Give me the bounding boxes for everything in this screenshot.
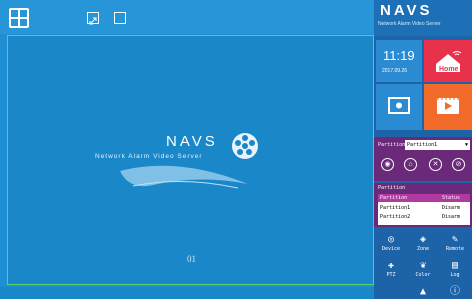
- single-view-icon[interactable]: [114, 12, 126, 24]
- column-header: Status: [442, 195, 461, 201]
- partition-selector-row: Partition Partition1 ▼: [374, 137, 472, 153]
- nav-item-color[interactable]: ❦ Color: [408, 260, 438, 278]
- brand-subtitle: Network Alarm Video Server: [378, 21, 441, 27]
- film-reel-icon: [232, 133, 258, 159]
- nav-label: Zone: [416, 246, 430, 252]
- clock-date: 2017.09.26: [382, 68, 408, 74]
- table-cell: Disarm: [442, 205, 461, 211]
- arm-controls: ◉ ⌂ ✕ ⊘: [374, 153, 472, 181]
- nav-grid: ◎ Device ◈ Zone ✎ Remote ✚ PTZ ❦ Color ▤…: [374, 230, 472, 299]
- home-tile[interactable]: Home: [424, 40, 472, 82]
- partition-table: Partition Partition Status Partition1 Di…: [374, 183, 472, 227]
- side-panel: NAVS Network Alarm Video Server 11:19 20…: [374, 0, 472, 299]
- home-icon: Home: [436, 51, 462, 73]
- logo-subtitle: Network Alarm Video Server: [95, 153, 203, 160]
- video-display[interactable]: NAVS Network Alarm Video Server 01: [7, 35, 374, 285]
- ptz-icon: ✚: [387, 260, 395, 271]
- partition-status-table[interactable]: Partition Status Partition1 Disarm Parti…: [378, 194, 470, 225]
- layout-grid-icon[interactable]: [9, 8, 29, 28]
- playback-icon: [437, 98, 459, 114]
- nav-label: Device: [381, 246, 401, 252]
- record-tile[interactable]: [376, 84, 422, 130]
- nav-label: Log: [450, 272, 460, 278]
- remote-icon: ✎: [451, 234, 459, 245]
- partition-selected: Partition1: [407, 142, 438, 148]
- table-cell: Partition2: [380, 214, 411, 220]
- log-icon: ▤: [451, 260, 459, 271]
- home-label: Home: [439, 66, 459, 73]
- nav-label: PTZ: [386, 272, 396, 278]
- clock-time: 11:19: [383, 48, 415, 63]
- alarm-bell-icon[interactable]: ▲: [408, 286, 438, 298]
- zone-icon: ◈: [419, 234, 427, 245]
- bypass-icon[interactable]: ⊘: [452, 158, 465, 171]
- chevron-down-icon: ▼: [464, 142, 468, 148]
- playback-tile[interactable]: [424, 84, 472, 130]
- table-cell: Disarm: [442, 214, 461, 220]
- channel-number: 01: [187, 254, 196, 264]
- record-icon: [388, 97, 410, 114]
- arm-stay-icon[interactable]: ⌂: [404, 158, 417, 171]
- device-icon: ◎: [387, 234, 395, 245]
- partition-table-title: Partition: [378, 185, 406, 191]
- nav-item-ptz[interactable]: ✚ PTZ: [376, 260, 406, 278]
- nav-item-log[interactable]: ▤ Log: [440, 260, 470, 278]
- disarm-icon[interactable]: ✕: [429, 158, 442, 171]
- partition-label: Partition: [378, 142, 406, 148]
- status-bar: [0, 287, 374, 299]
- table-cell: Partition1: [380, 205, 411, 211]
- table-header: Partition Status: [378, 194, 470, 202]
- nav-item-device[interactable]: ◎ Device: [376, 234, 406, 252]
- fullscreen-icon[interactable]: [87, 12, 99, 25]
- navs-logo: NAVS Network Alarm Video Server: [95, 133, 258, 189]
- clock-tile: 11:19 2017.09.26: [376, 40, 422, 82]
- nav-label: Remote: [445, 246, 465, 252]
- brand-title: NAVS: [380, 2, 433, 19]
- info-icon[interactable]: ⓘ: [440, 286, 470, 298]
- brand-header: NAVS Network Alarm Video Server: [374, 0, 472, 36]
- arm-away-icon[interactable]: ◉: [381, 158, 394, 171]
- partition-select[interactable]: Partition1 ▼: [405, 140, 470, 150]
- nav-item-remote[interactable]: ✎ Remote: [440, 234, 470, 252]
- nav-label: Color: [415, 272, 431, 278]
- logo-title: NAVS: [166, 133, 218, 150]
- toolbar: [0, 0, 374, 34]
- nav-item-zone[interactable]: ◈ Zone: [408, 234, 438, 252]
- column-header: Partition: [380, 195, 408, 201]
- color-icon: ❦: [419, 260, 427, 271]
